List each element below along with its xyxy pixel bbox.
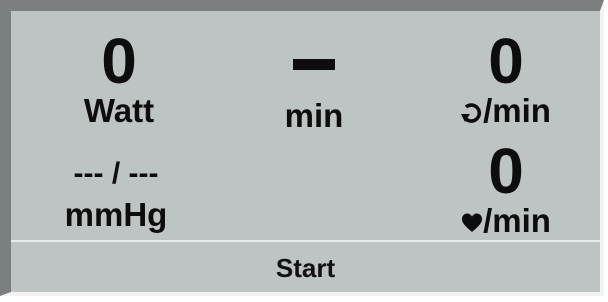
blood-pressure-unit: mmHg <box>64 196 168 233</box>
cadence-unit: /min <box>483 92 551 129</box>
power-value: 0 <box>101 25 137 97</box>
cadence-value: 0 <box>488 25 524 97</box>
time-unit: min <box>284 97 344 134</box>
exercise-display-panel: 0 Watt – min 0 /min --- / --- mmHg 0 /mi… <box>0 0 604 296</box>
time-value-dash <box>293 59 335 70</box>
power-unit: Watt <box>83 92 155 129</box>
blood-pressure-value: --- / --- <box>73 157 159 190</box>
heart-rate-readout: 0 /min <box>431 139 581 239</box>
blood-pressure-readout: --- / --- mmHg <box>41 157 191 233</box>
cadence-readout: 0 /min <box>431 29 581 129</box>
start-button[interactable]: Start <box>11 244 600 292</box>
time-readout: – min <box>254 29 374 134</box>
rotation-icon <box>461 103 482 123</box>
heart-icon <box>462 213 483 232</box>
cadence-unit-line: /min <box>431 93 581 129</box>
power-readout: 0 Watt <box>59 29 179 129</box>
heart-rate-value: 0 <box>488 135 524 207</box>
heart-rate-unit: /min <box>483 202 551 239</box>
heart-rate-unit-line: /min <box>431 203 581 239</box>
divider <box>11 240 600 242</box>
